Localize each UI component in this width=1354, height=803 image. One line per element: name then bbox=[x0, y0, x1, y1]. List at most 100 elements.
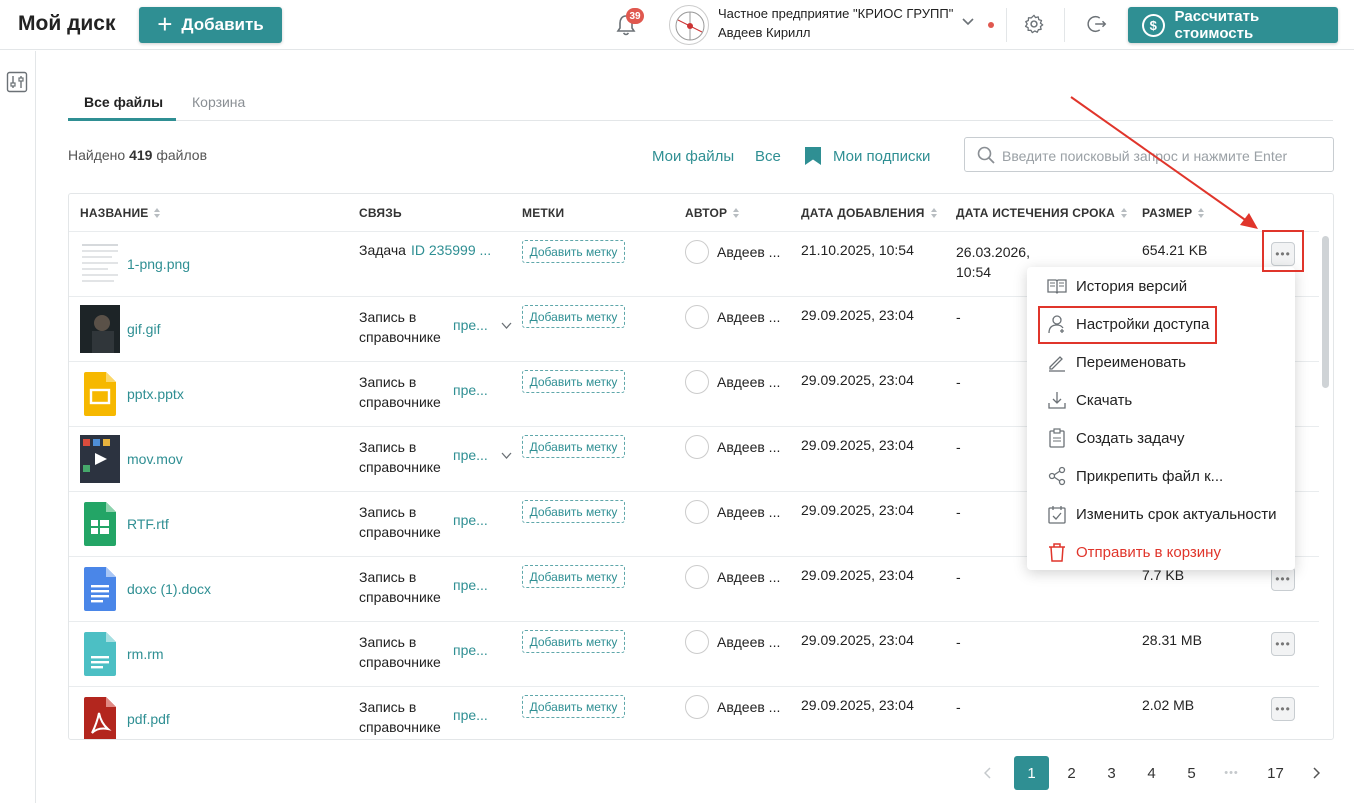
file-tabs: Все файлы Корзина bbox=[68, 88, 1333, 121]
found-count-text: Найдено 419 файлов bbox=[68, 147, 207, 163]
file-name[interactable]: RTF.rtf bbox=[127, 516, 169, 532]
gear-icon[interactable] bbox=[1023, 13, 1045, 35]
date-added: 29.09.2025, 23:04 bbox=[801, 307, 914, 323]
menu-item-create-task[interactable]: Создать задачу bbox=[1047, 428, 1184, 448]
book-icon bbox=[1047, 279, 1067, 294]
download-icon bbox=[1048, 392, 1066, 409]
scrollbar-thumb[interactable] bbox=[1322, 236, 1329, 388]
menu-item-download[interactable]: Скачать bbox=[1047, 390, 1132, 410]
column-header-size[interactable]: РАЗМЕР bbox=[1142, 206, 1205, 220]
column-added-label: ДАТА ДОБАВЛЕНИЯ bbox=[801, 206, 925, 220]
link-value[interactable]: пре... bbox=[453, 317, 488, 333]
column-header-added[interactable]: ДАТА ДОБАВЛЕНИЯ bbox=[801, 206, 938, 220]
add-tag-button[interactable]: Добавить метку bbox=[522, 565, 625, 588]
file-name[interactable]: doxc (1).docx bbox=[127, 581, 211, 597]
link-type: Запись в справочнике bbox=[359, 309, 441, 345]
gif-thumbnail-icon bbox=[80, 305, 120, 353]
add-tag-button[interactable]: Добавить метку bbox=[522, 240, 625, 263]
calculate-cost-button[interactable]: $ Рассчитать стоимость bbox=[1128, 7, 1338, 43]
chevron-down-icon[interactable] bbox=[501, 322, 512, 330]
column-expires-label: ДАТА ИСТЕЧЕНИЯ СРОКА bbox=[956, 206, 1116, 220]
link-value[interactable]: пре... bbox=[453, 447, 488, 463]
filter-settings-icon[interactable] bbox=[6, 71, 28, 93]
expiry-date: - bbox=[956, 439, 961, 455]
page-ellipsis[interactable]: ••• bbox=[1214, 756, 1249, 790]
page-button[interactable]: 1 bbox=[1014, 756, 1049, 790]
filter-my-subscriptions[interactable]: Мои подписки bbox=[833, 148, 930, 165]
menu-item-change-expiry[interactable]: Изменить срок актуальности bbox=[1047, 504, 1276, 524]
status-dot bbox=[988, 22, 994, 28]
filter-all[interactable]: Все bbox=[755, 148, 781, 165]
add-tag-button[interactable]: Добавить метку bbox=[522, 500, 625, 523]
column-header-name[interactable]: НАЗВАНИЕ bbox=[80, 206, 161, 220]
video-thumbnail-icon bbox=[80, 435, 120, 483]
logout-icon[interactable] bbox=[1086, 13, 1108, 35]
left-rail bbox=[0, 51, 36, 803]
avatar bbox=[685, 565, 709, 589]
org-name[interactable]: Частное предприятие "КРИОС ГРУПП" bbox=[718, 6, 953, 21]
date-added: 29.09.2025, 23:04 bbox=[801, 697, 914, 713]
menu-item-send-to-trash[interactable]: Отправить в корзину bbox=[1047, 542, 1221, 562]
expiry-time-line: 10:54 bbox=[956, 264, 992, 280]
bookmark-icon[interactable] bbox=[804, 146, 822, 166]
more-actions-button[interactable]: ••• bbox=[1271, 632, 1295, 656]
add-tag-button[interactable]: Добавить метку bbox=[522, 370, 625, 393]
file-size: 654.21 KB bbox=[1142, 242, 1208, 258]
expiry-date: - bbox=[956, 699, 961, 715]
page-button[interactable]: 17 bbox=[1258, 756, 1293, 790]
link-value[interactable]: ID 235999 ... bbox=[411, 242, 491, 258]
search-placeholder: Введите поисковый запрос и нажмите Enter bbox=[1002, 148, 1288, 164]
tab-all-files[interactable]: Все файлы bbox=[84, 94, 163, 110]
add-tag-button[interactable]: Добавить метку bbox=[522, 630, 625, 653]
page-button[interactable]: 2 bbox=[1054, 756, 1089, 790]
chevron-down-icon[interactable] bbox=[501, 452, 512, 460]
highlight-access-settings bbox=[1038, 306, 1217, 344]
menu-item-attach-file[interactable]: Прикрепить файл к... bbox=[1047, 466, 1223, 486]
link-value[interactable]: пре... bbox=[453, 577, 488, 593]
more-actions-button[interactable]: ••• bbox=[1271, 697, 1295, 721]
file-name[interactable]: gif.gif bbox=[127, 321, 160, 337]
divider bbox=[1006, 8, 1007, 42]
link-value[interactable]: пре... bbox=[453, 707, 488, 723]
previous-page-button[interactable] bbox=[970, 756, 1005, 790]
file-name[interactable]: pptx.pptx bbox=[127, 386, 184, 402]
avatar bbox=[685, 695, 709, 719]
add-tag-button[interactable]: Добавить метку bbox=[522, 435, 625, 458]
link-value[interactable]: пре... bbox=[453, 512, 488, 528]
more-actions-button[interactable]: ••• bbox=[1271, 567, 1295, 591]
table-row[interactable]: rm.rm Запись в справочнике пре... Добави… bbox=[69, 621, 1319, 686]
add-tag-button[interactable]: Добавить метку bbox=[522, 305, 625, 328]
org-logo[interactable] bbox=[669, 5, 709, 45]
sort-icon bbox=[1198, 208, 1205, 218]
add-button[interactable]: + Добавить bbox=[139, 7, 282, 43]
date-added: 29.09.2025, 23:04 bbox=[801, 502, 914, 518]
author-name: Авдеев ... bbox=[717, 699, 781, 715]
tab-trash[interactable]: Корзина bbox=[192, 94, 245, 110]
column-header-author[interactable]: АВТОР bbox=[685, 206, 740, 220]
chevron-down-icon[interactable] bbox=[961, 17, 975, 27]
page-button[interactable]: 4 bbox=[1134, 756, 1169, 790]
user-name[interactable]: Авдеев Кирилл bbox=[718, 25, 811, 40]
column-header-expires[interactable]: ДАТА ИСТЕЧЕНИЯ СРОКА bbox=[956, 206, 1128, 220]
table-row[interactable]: pdf.pdf Запись в справочнике пре... Доба… bbox=[69, 686, 1319, 739]
file-name[interactable]: 1-png.png bbox=[127, 256, 190, 272]
add-tag-button[interactable]: Добавить метку bbox=[522, 695, 625, 718]
file-name[interactable]: mov.mov bbox=[127, 451, 183, 467]
file-name[interactable]: rm.rm bbox=[127, 646, 164, 662]
filter-my-files[interactable]: Мои файлы bbox=[652, 148, 734, 165]
highlight-more-button bbox=[1262, 230, 1304, 272]
search-input[interactable]: Введите поисковый запрос и нажмите Enter bbox=[964, 137, 1334, 172]
page-button[interactable]: 3 bbox=[1094, 756, 1129, 790]
next-page-button[interactable] bbox=[1298, 756, 1333, 790]
column-tags-label: МЕТКИ bbox=[522, 206, 565, 220]
column-size-label: РАЗМЕР bbox=[1142, 206, 1193, 220]
sort-icon bbox=[733, 208, 740, 218]
link-value[interactable]: пре... bbox=[453, 382, 488, 398]
link-value[interactable]: пре... bbox=[453, 642, 488, 658]
file-name[interactable]: pdf.pdf bbox=[127, 711, 170, 727]
menu-item-rename[interactable]: Переименовать bbox=[1047, 352, 1186, 372]
top-bar: Мой диск + Добавить 39 Частное предприят… bbox=[0, 0, 1354, 50]
menu-item-label: История версий bbox=[1076, 277, 1188, 295]
page-button[interactable]: 5 bbox=[1174, 756, 1209, 790]
menu-item-version-history[interactable]: История версий bbox=[1047, 276, 1187, 296]
